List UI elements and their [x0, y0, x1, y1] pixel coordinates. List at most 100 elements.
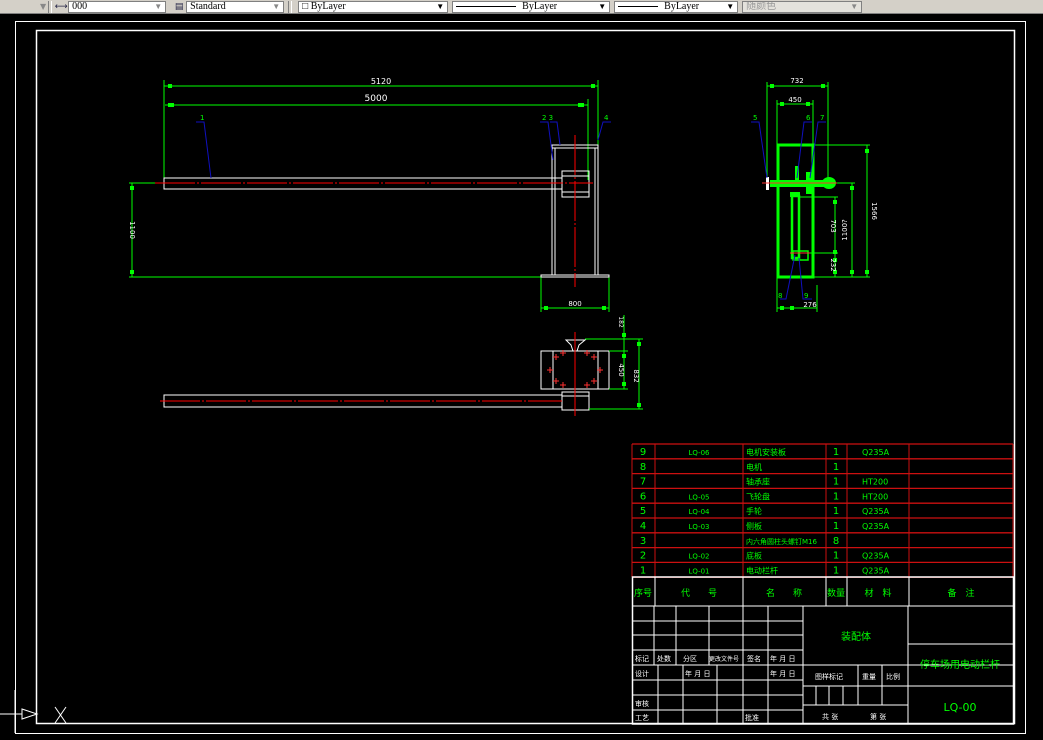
cell-qty: 1: [833, 491, 839, 502]
drawing-number: LQ-00: [943, 701, 976, 714]
table-row: 6 LQ-05 飞轮盘 1 HT200: [640, 491, 888, 502]
cell-material: Q235A: [862, 522, 890, 531]
table-row: 2 LQ-02 底板 1 Q235A: [640, 551, 890, 562]
text-style-icon[interactable]: ▤: [172, 1, 186, 13]
drawing-title: 停车场用电动栏杆: [920, 658, 1000, 671]
crosshair-cursor: [54, 706, 67, 724]
text-style-select[interactable]: Standard ▼: [186, 0, 285, 13]
chevron-down-icon: ▼: [154, 1, 163, 11]
part-label-1: 1: [200, 114, 204, 122]
cell-code: LQ-02: [688, 553, 709, 561]
cell-name: 电机: [746, 462, 762, 472]
cell-qty: 1: [833, 506, 839, 517]
chevron-down-icon: ▼: [272, 1, 281, 11]
tb-count: 处数: [657, 654, 671, 663]
tb-date3: 年 月 日: [770, 669, 795, 678]
front-view: 5120 5000 1100 800 1 2 3 4: [128, 77, 611, 312]
tb-change-doc: 更改文件号: [709, 655, 739, 663]
table-row: 1 LQ-01 电动栏杆 1 Q235A: [640, 565, 890, 576]
chevron-down-icon: ▼: [726, 1, 735, 11]
toolbar-separator: [288, 0, 293, 13]
dimension-style-value: 000: [72, 0, 88, 12]
cell-no: 1: [640, 565, 646, 576]
color-value-wrap: □ ByLayer: [302, 0, 346, 12]
tb-scale: 比例: [886, 672, 900, 681]
cell-material: Q235A: [862, 552, 890, 561]
cell-code: LQ-05: [688, 493, 709, 501]
part-label-8: 8: [778, 292, 782, 300]
header-no: 序号: [634, 587, 652, 599]
tb-zone: 分区: [683, 654, 697, 663]
tb-stage-mark: 图样标记: [815, 672, 843, 681]
top-geometry: [163, 339, 610, 411]
plotstyle-select: 随颜色 ▼: [742, 0, 863, 13]
toolbar-separator: [48, 0, 53, 13]
linetype-value-wrap: ByLayer: [456, 2, 557, 12]
cell-name: 手轮: [746, 506, 762, 516]
table-row: 9 LQ-06 电机安装板 1 Q235A: [640, 447, 890, 458]
tb-design: 设计: [635, 669, 649, 678]
header-material: 材 料: [864, 587, 891, 599]
dim-232: 232: [829, 258, 837, 271]
part-label-6: 6: [806, 114, 811, 122]
header-remark: 备 注: [947, 587, 974, 599]
cell-name: 飞轮盘: [746, 491, 770, 501]
header-qty: 数量: [827, 587, 845, 599]
dropdown-arrow-icon[interactable]: ▼: [40, 2, 46, 11]
ucs-icon: [0, 690, 39, 733]
chevron-down-icon: ▼: [850, 1, 859, 11]
color-select[interactable]: □ ByLayer ▼: [298, 0, 449, 13]
cell-no: 3: [640, 536, 646, 547]
cell-no: 2: [640, 551, 646, 562]
table-row: 8 电机 1: [640, 462, 839, 473]
cell-name: 底板: [746, 551, 762, 561]
cell-material: Q235A: [862, 448, 890, 457]
cell-no: 8: [640, 462, 646, 473]
table-row: 5 LQ-04 手轮 1 Q235A: [640, 506, 890, 517]
linetype-sample: [456, 5, 517, 7]
leader-lines: [751, 121, 826, 300]
tb-process: 工艺: [635, 714, 649, 722]
header-code: 代 号: [681, 588, 717, 599]
cell-code: LQ-01: [688, 567, 709, 575]
cell-qty: 1: [833, 565, 839, 576]
front-geometry: [163, 144, 610, 278]
side-frame: [762, 143, 837, 279]
cell-name: 侧板: [746, 521, 762, 531]
dimension-style-icon[interactable]: ⟷: [54, 1, 68, 13]
cell-code: LQ-03: [688, 523, 709, 531]
tb-approve: 批准: [745, 713, 759, 722]
lineweight-sample: [618, 5, 659, 7]
lineweight-value-wrap: ByLayer: [618, 2, 699, 12]
chevron-down-icon: ▼: [436, 1, 445, 11]
cell-material: Q235A: [862, 566, 890, 575]
dim-5120: 5120: [371, 77, 391, 86]
dim-450: 450: [788, 96, 801, 104]
part-label-2-3: 2 3: [542, 114, 553, 122]
dimension-style-select[interactable]: 000 ▼: [68, 0, 167, 13]
part-label-7: 7: [820, 114, 824, 122]
side-view: 1566 1100? 703 232 732 450 276 5 6 7 8 9: [751, 77, 878, 312]
chevron-down-icon: ▼: [598, 1, 607, 11]
drawing-canvas[interactable]: 5120 5000 1100 800 1 2 3 4 1566 1100? 70…: [0, 14, 1043, 734]
part-label-4: 4: [604, 114, 609, 122]
dim-5000: 5000: [365, 94, 388, 104]
top-view: 182 450 832: [160, 315, 643, 416]
dim-450-top: 450: [617, 363, 625, 376]
cell-qty: 1: [833, 447, 839, 458]
dim-276: 276: [803, 301, 817, 309]
command-line[interactable]: [0, 734, 1043, 740]
linetype-select[interactable]: ByLayer ▼: [452, 0, 611, 13]
color-value: ByLayer: [310, 0, 346, 12]
cell-name: 轴承座: [746, 477, 770, 487]
table-row: 7 轴承座 1 HT200: [640, 477, 888, 488]
cell-material: Q235A: [862, 507, 890, 516]
tb-weight: 重量: [862, 673, 876, 681]
dim-703: 703: [829, 219, 837, 232]
lineweight-select[interactable]: ByLayer ▼: [614, 0, 739, 13]
cell-qty: 8: [833, 536, 839, 547]
cell-qty: 1: [833, 521, 839, 532]
tb-review: 审核: [635, 699, 649, 708]
tb-sheets: 共 张: [822, 712, 838, 721]
header-name: 名 称: [766, 587, 802, 599]
